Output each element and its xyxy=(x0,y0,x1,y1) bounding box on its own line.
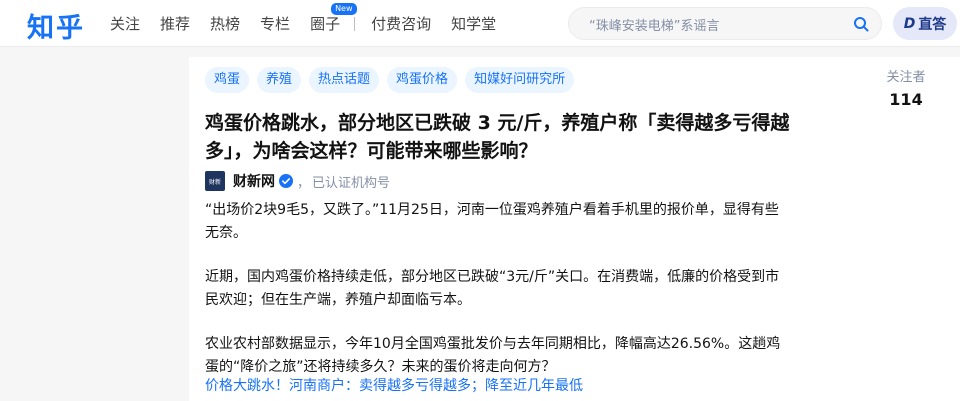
related-link[interactable]: 价格大跳水！河南商户：卖得越多亏得越多；降至近几年最低 xyxy=(205,375,583,395)
author-separator: ， xyxy=(297,175,311,191)
paragraph: 近期，国内鸡蛋价格持续走低，部分地区已跌破“3元/斤”关口。在消费端，低廉的价格… xyxy=(205,269,780,308)
nav-column[interactable]: 专栏 xyxy=(260,13,290,34)
author-name[interactable]: 财新网 xyxy=(233,171,275,191)
main-nav: 关注 推荐 热榜 专栏 圈子 New 付费咨询 知学堂 xyxy=(110,0,516,47)
topic-tags: 鸡蛋 养殖 热点话题 鸡蛋价格 知媒好问研究所 xyxy=(205,67,582,93)
article-excerpt: “出场价2块9毛5，又跌了。”11月25日，河南一位蛋鸡养殖户看着手机里的报价单… xyxy=(205,199,785,400)
paragraph: “出场价2块9毛5，又跌了。”11月25日，河南一位蛋鸡养殖户看着手机里的报价单… xyxy=(205,202,779,241)
search-icon[interactable] xyxy=(853,16,869,32)
top-header: 知乎 关注 推荐 热榜 专栏 圈子 New 付费咨询 知学堂 “珠峰安装电梯”系… xyxy=(0,0,960,47)
author-org-label: 已认证机构号 xyxy=(312,175,391,191)
search-input[interactable]: “珠峰安装电梯”系谣言 xyxy=(568,7,882,40)
author-info: 财新 财新网 ， 已认证机构号 xyxy=(205,171,390,191)
topic-tag[interactable]: 热点话题 xyxy=(309,67,380,93)
verified-icon xyxy=(279,174,293,188)
nav-recommend[interactable]: 推荐 xyxy=(160,13,190,34)
nav-paid-consult[interactable]: 付费咨询 xyxy=(371,13,431,34)
new-badge: New xyxy=(330,2,358,16)
direct-answer-button[interactable]: D 直答 xyxy=(893,7,957,40)
topic-tag[interactable]: 鸡蛋价格 xyxy=(387,67,458,93)
zhihu-logo[interactable]: 知乎 xyxy=(27,6,85,45)
paragraph: 农业农村部数据显示，今年10月全国鸡蛋批发价与去年同期相比，降幅高达26.56%… xyxy=(205,336,781,375)
topic-tag[interactable]: 养殖 xyxy=(257,67,302,93)
topic-tag[interactable]: 知媒好问研究所 xyxy=(465,67,575,93)
nav-hot[interactable]: 热榜 xyxy=(210,13,240,34)
search-placeholder: “珠峰安装电梯”系谣言 xyxy=(589,19,720,34)
direct-answer-icon: D xyxy=(903,15,916,32)
nav-circle[interactable]: 圈子 New xyxy=(310,2,358,34)
question-card: 鸡蛋 养殖 热点话题 鸡蛋价格 知媒好问研究所 关注者 114 鸡蛋价格跳水，部… xyxy=(189,57,960,401)
question-title[interactable]: 鸡蛋价格跳水，部分地区已跌破 3 元/斤，养殖户称「卖得越多亏得越多」，为啥会这… xyxy=(205,109,795,165)
topic-tag[interactable]: 鸡蛋 xyxy=(205,67,250,93)
followers-stat: 关注者 114 xyxy=(879,66,933,109)
followers-count: 114 xyxy=(889,90,923,109)
avatar[interactable]: 财新 xyxy=(205,171,225,191)
direct-answer-label: 直答 xyxy=(918,16,947,33)
nav-zhixuetang[interactable]: 知学堂 xyxy=(451,13,496,34)
nav-follow[interactable]: 关注 xyxy=(110,13,140,34)
followers-label: 关注者 xyxy=(886,70,926,85)
nav-divider xyxy=(354,16,356,31)
nav-circle-label: 圈子 xyxy=(310,15,341,33)
